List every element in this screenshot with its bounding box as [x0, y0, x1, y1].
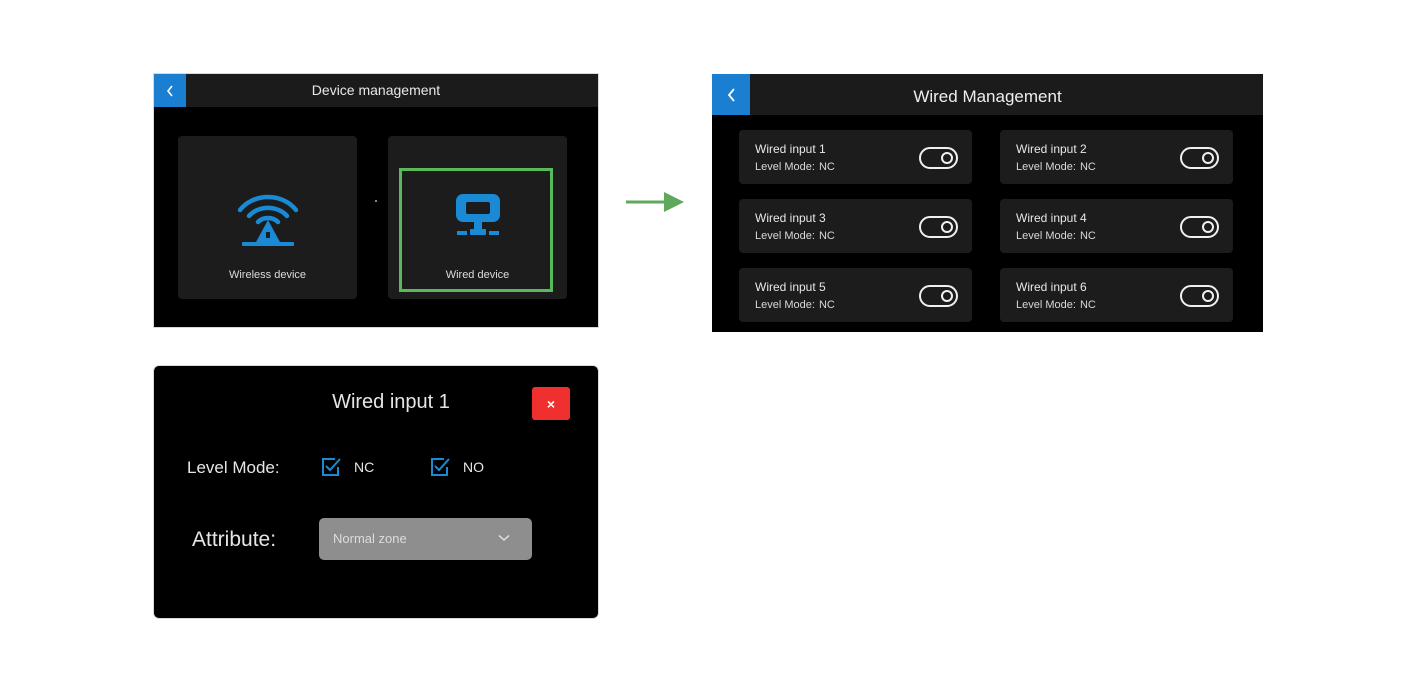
page-title: Device management	[311, 82, 441, 98]
checkbox-checked-icon	[322, 458, 341, 476]
level-mode-label: Level Mode:	[1016, 161, 1076, 173]
toggle-switch[interactable]	[919, 216, 958, 238]
wired-input-card-2[interactable]: Wired input 2 Level Mode: NC	[1000, 130, 1233, 184]
toggle-switch[interactable]	[1180, 216, 1219, 238]
wired-input-card-3[interactable]: Wired input 3 Level Mode: NC	[739, 199, 972, 253]
level-mode-text: Level Mode: NC	[1016, 230, 1096, 242]
toggle-knob	[1202, 221, 1214, 233]
toggle-knob	[1202, 290, 1214, 302]
wired-management-screen: Wired Management Wired input 1 Level Mod…	[712, 74, 1263, 332]
level-mode-value: NC	[818, 299, 835, 311]
page-title: Wired Management	[913, 87, 1062, 106]
wired-input-name: Wired input 6	[1016, 280, 1087, 294]
chevron-down-icon	[498, 534, 510, 542]
level-mode-label: Level Mode:	[1016, 230, 1076, 242]
wired-input-dialog: Wired input 1 × Level Mode: NC NO Attrib…	[153, 365, 599, 619]
toggle-switch[interactable]	[1180, 285, 1219, 307]
level-mode-value: NC	[818, 161, 835, 173]
device-management-screen: Device management Wireless device Wired …	[153, 73, 599, 328]
level-mode-label: Level Mode:	[755, 230, 815, 242]
level-mode-text: Level Mode: NC	[755, 161, 835, 173]
arrow-right-icon	[626, 192, 684, 212]
close-button[interactable]: ×	[532, 387, 570, 420]
wired-input-card-5[interactable]: Wired input 5 Level Mode: NC	[739, 268, 972, 322]
wired-input-card-6[interactable]: Wired input 6 Level Mode: NC	[1000, 268, 1233, 322]
level-mode-label: Level Mode:	[755, 299, 815, 311]
attribute-label: Attribute:	[192, 528, 277, 551]
level-mode-text: Level Mode: NC	[755, 230, 835, 242]
no-label: NO	[463, 459, 484, 475]
device-management-header: Device management	[154, 74, 598, 107]
wired-input-name: Wired input 3	[755, 211, 826, 225]
no-checkbox[interactable]: NO	[429, 457, 484, 477]
toggle-knob	[941, 152, 953, 164]
toggle-knob	[941, 221, 953, 233]
wired-input-name: Wired input 5	[755, 280, 826, 294]
toggle-switch[interactable]	[1180, 147, 1219, 169]
close-icon: ×	[546, 395, 556, 412]
level-mode-text: Level Mode: NC	[1016, 161, 1096, 173]
nc-label: NC	[354, 459, 375, 475]
wired-input-name: Wired input 4	[1016, 211, 1087, 225]
toggle-switch[interactable]	[919, 147, 958, 169]
wireless-tower-icon	[237, 194, 298, 246]
level-mode-label: Level Mode:	[187, 458, 280, 477]
attribute-value: Normal zone	[333, 531, 407, 546]
wired-management-header: Wired Management	[712, 74, 1263, 115]
wired-input-card-4[interactable]: Wired input 4 Level Mode: NC	[1000, 199, 1233, 253]
level-mode-value: NC	[1079, 161, 1096, 173]
level-mode-label: Level Mode:	[755, 161, 815, 173]
wired-device-card[interactable]: Wired device	[388, 136, 567, 299]
nc-checkbox[interactable]: NC	[320, 457, 374, 477]
toggle-knob	[1202, 152, 1214, 164]
level-mode-value: NC	[818, 230, 835, 242]
wired-device-icon	[455, 194, 500, 235]
toggle-switch[interactable]	[919, 285, 958, 307]
wireless-device-card[interactable]: Wireless device	[178, 136, 357, 299]
level-mode-text: Level Mode: NC	[1016, 299, 1096, 311]
wired-input-name: Wired input 1	[755, 142, 826, 156]
wired-input-name: Wired input 2	[1016, 142, 1087, 156]
wireless-device-label: Wireless device	[228, 269, 307, 281]
level-mode-value: NC	[1079, 230, 1096, 242]
divider-dot	[375, 200, 377, 202]
toggle-knob	[941, 290, 953, 302]
wired-device-label: Wired device	[445, 269, 510, 281]
wired-input-card-1[interactable]: Wired input 1 Level Mode: NC	[739, 130, 972, 184]
level-mode-label: Level Mode:	[1016, 299, 1076, 311]
level-mode-value: NC	[1079, 299, 1096, 311]
attribute-select[interactable]: Normal zone	[319, 518, 532, 560]
checkbox-checked-icon	[431, 458, 450, 476]
level-mode-text: Level Mode: NC	[755, 299, 835, 311]
